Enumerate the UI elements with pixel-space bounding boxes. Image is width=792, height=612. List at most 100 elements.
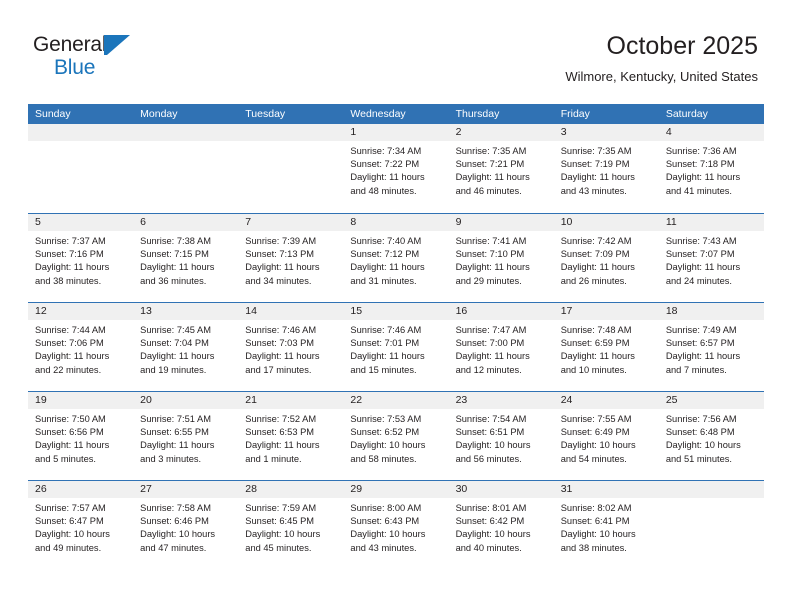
day-number-band: 26 <box>28 481 134 498</box>
day-number-band: 29 <box>343 481 449 498</box>
day-number-band: 20 <box>133 392 239 409</box>
calendar-day-cell[interactable]: 26 Sunrise: 7:57 AM Sunset: 6:47 PM Dayligh… <box>28 481 134 569</box>
day-detail-line: Sunset: 6:48 PM <box>665 427 735 438</box>
day-detail-line: and 38 minutes. <box>560 542 627 553</box>
day-detail-line: and 41 minutes. <box>665 185 732 196</box>
day-detail-block: Sunrise: 7:50 AM Sunset: 6:56 PM Daylight:… <box>28 409 133 466</box>
day-detail-block: Sunrise: 7:49 AM Sunset: 6:57 PM Daylight:… <box>659 320 764 377</box>
day-detail-line: and 3 minutes. <box>140 453 202 464</box>
day-detail-line: Sunset: 6:45 PM <box>245 516 315 527</box>
day-detail-line: Sunset: 6:43 PM <box>350 516 420 527</box>
day-number: 17 <box>560 305 573 317</box>
calendar-day-cell[interactable]: 27 Sunrise: 7:58 AM Sunset: 6:46 PM Dayligh… <box>133 481 239 569</box>
general-blue-logo[interactable]: General Blue <box>33 33 153 79</box>
day-detail-line: Sunset: 7:12 PM <box>350 249 420 260</box>
day-detail-line: Sunset: 7:16 PM <box>35 249 104 260</box>
day-number: 23 <box>455 394 468 406</box>
day-detail-line: Daylight: 10 hours <box>455 529 531 540</box>
calendar-day-cell[interactable]: 14 Sunrise: 7:46 AM Sunset: 7:03 PM Dayligh… <box>238 303 344 391</box>
calendar-day-cell[interactable]: 5 Sunrise: 7:37 AM Sunset: 7:16 PM Daylight… <box>28 214 134 302</box>
day-detail-line: Daylight: 11 hours <box>665 262 741 273</box>
calendar-day-cell[interactable]: 1 Sunrise: 7:34 AM Sunset: 7:22 PM Daylight… <box>343 124 449 213</box>
day-number: 20 <box>140 394 152 406</box>
day-detail-block: Sunrise: 7:58 AM Sunset: 6:46 PM Daylight:… <box>133 498 238 555</box>
day-detail-block: Sunrise: 7:36 AM Sunset: 7:18 PM Daylight:… <box>659 141 764 198</box>
calendar-day-cell[interactable]: 8 Sunrise: 7:40 AM Sunset: 7:12 PM Daylight… <box>343 214 449 302</box>
calendar-day-cell[interactable]: 21 Sunrise: 7:52 AM Sunset: 6:53 PM Dayligh… <box>238 392 344 480</box>
calendar-day-cell[interactable]: 10 Sunrise: 7:42 AM Sunset: 7:09 PM Dayligh… <box>553 214 659 302</box>
day-number-band <box>133 124 239 141</box>
calendar-day-cell[interactable]: 23 Sunrise: 7:54 AM Sunset: 6:51 PM Dayligh… <box>448 392 554 480</box>
calendar-week-row: 19 Sunrise: 7:50 AM Sunset: 6:56 PM Dayligh… <box>28 391 764 480</box>
day-number: 30 <box>455 483 468 495</box>
day-detail-line: and 34 minutes. <box>245 275 312 286</box>
calendar-day-cell[interactable]: 20 Sunrise: 7:51 AM Sunset: 6:55 PM Dayligh… <box>133 392 239 480</box>
day-detail-line: Sunrise: 7:57 AM <box>35 503 106 513</box>
calendar-day-cell[interactable]: 18 Sunrise: 7:49 AM Sunset: 6:57 PM Dayligh… <box>658 303 764 391</box>
day-detail-block: Sunrise: 7:51 AM Sunset: 6:55 PM Daylight:… <box>133 409 238 466</box>
calendar-day-cell[interactable]: 17 Sunrise: 7:48 AM Sunset: 6:59 PM Dayligh… <box>553 303 659 391</box>
calendar-day-cell[interactable]: 9 Sunrise: 7:41 AM Sunset: 7:10 PM Daylight… <box>448 214 554 302</box>
day-detail-line: Sunrise: 7:40 AM <box>350 236 422 246</box>
day-detail-line: Daylight: 11 hours <box>455 351 530 362</box>
calendar-day-cell[interactable]: 7 Sunrise: 7:39 AM Sunset: 7:13 PM Daylight… <box>238 214 344 302</box>
calendar-day-cell[interactable]: 6 Sunrise: 7:38 AM Sunset: 7:15 PM Daylight… <box>133 214 239 302</box>
day-number: 5 <box>35 216 41 228</box>
calendar-day-cell[interactable]: 16 Sunrise: 7:47 AM Sunset: 7:00 PM Dayligh… <box>448 303 554 391</box>
day-detail-line: Sunrise: 7:44 AM <box>35 325 106 335</box>
day-detail-line: Daylight: 11 hours <box>35 262 110 273</box>
day-detail-line: Sunrise: 7:35 AM <box>560 146 632 156</box>
day-detail-line: and 1 minute. <box>245 453 302 464</box>
day-detail-block: Sunrise: 7:53 AM Sunset: 6:52 PM Daylight:… <box>343 409 448 466</box>
weekday-header-tuesday: Tuesday <box>245 108 286 120</box>
day-detail-block: Sunrise: 8:01 AM Sunset: 6:42 PM Daylight:… <box>449 498 554 555</box>
calendar-grid: Sunday Monday Tuesday Wednesday Thursday Frid… <box>28 104 764 569</box>
day-detail-line: Sunset: 7:21 PM <box>455 159 525 170</box>
calendar-day-cell[interactable]: 29 Sunrise: 8:00 AM Sunset: 6:43 PM Dayligh… <box>343 481 449 569</box>
calendar-day-cell[interactable]: 15 Sunrise: 7:46 AM Sunset: 7:01 PM Dayligh… <box>343 303 449 391</box>
day-number-band: 21 <box>238 392 344 409</box>
day-number: 4 <box>665 126 672 138</box>
day-number-band: 31 <box>553 481 659 498</box>
day-detail-line: and 58 minutes. <box>350 453 417 464</box>
calendar-day-cell[interactable]: 19 Sunrise: 7:50 AM Sunset: 6:56 PM Dayligh… <box>28 392 134 480</box>
day-detail-line: Sunset: 7:15 PM <box>140 249 209 260</box>
day-detail-line: and 51 minutes. <box>665 453 732 464</box>
calendar-day-cell[interactable]: 31 Sunrise: 8:02 AM Sunset: 6:41 PM Dayligh… <box>553 481 659 569</box>
calendar-day-cell[interactable]: 12 Sunrise: 7:44 AM Sunset: 7:06 PM Dayligh… <box>28 303 134 391</box>
calendar-day-cell[interactable]: 3 Sunrise: 7:35 AM Sunset: 7:19 PM Daylight… <box>553 124 659 213</box>
calendar-day-cell[interactable]: 24 Sunrise: 7:55 AM Sunset: 6:49 PM Dayligh… <box>553 392 659 480</box>
day-detail-line: Sunset: 6:49 PM <box>560 427 630 438</box>
day-detail-line: Sunrise: 8:02 AM <box>560 503 632 513</box>
day-number-band: 7 <box>238 214 344 231</box>
calendar-day-cell[interactable]: 25 Sunrise: 7:56 AM Sunset: 6:48 PM Dayligh… <box>658 392 764 480</box>
day-number-band: 5 <box>28 214 134 231</box>
day-number: 21 <box>245 394 257 406</box>
day-detail-block: Sunrise: 7:46 AM Sunset: 7:03 PM Daylight:… <box>238 320 343 377</box>
calendar-day-cell[interactable]: 13 Sunrise: 7:45 AM Sunset: 7:04 PM Dayligh… <box>133 303 239 391</box>
calendar-day-cell[interactable]: 2 Sunrise: 7:35 AM Sunset: 7:21 PM Daylight… <box>448 124 554 213</box>
weekday-header-friday: Friday <box>560 108 590 120</box>
day-detail-line: Sunrise: 7:56 AM <box>665 414 737 424</box>
calendar-day-cell[interactable]: 30 Sunrise: 8:01 AM Sunset: 6:42 PM Dayligh… <box>448 481 554 569</box>
day-detail-line: Sunset: 7:19 PM <box>560 159 630 170</box>
day-detail-line: Daylight: 10 hours <box>560 440 636 451</box>
calendar-week-row: 1 Sunrise: 7:34 AM Sunset: 7:22 PM Daylight… <box>28 124 764 213</box>
day-number-band: 11 <box>658 214 764 231</box>
day-detail-line: Daylight: 11 hours <box>140 440 215 451</box>
day-number-band: 28 <box>238 481 344 498</box>
day-detail-line: Sunset: 7:04 PM <box>140 338 209 349</box>
calendar-day-cell-empty <box>133 124 239 213</box>
calendar-day-cell[interactable]: 11 Sunrise: 7:43 AM Sunset: 7:07 PM Dayligh… <box>658 214 764 302</box>
day-number: 24 <box>560 394 573 406</box>
day-detail-block: Sunrise: 7:45 AM Sunset: 7:04 PM Daylight:… <box>133 320 238 377</box>
calendar-day-cell[interactable]: 22 Sunrise: 7:53 AM Sunset: 6:52 PM Dayligh… <box>343 392 449 480</box>
day-detail-line: Sunrise: 7:37 AM <box>35 236 106 246</box>
page-subtitle: Wilmore, Kentucky, United States <box>565 69 758 84</box>
day-number: 6 <box>140 216 146 228</box>
calendar-day-cell[interactable]: 4 Sunrise: 7:36 AM Sunset: 7:18 PM Daylight… <box>658 124 764 213</box>
day-detail-line: Sunrise: 7:36 AM <box>665 146 737 156</box>
day-detail-line: and 26 minutes. <box>560 275 627 286</box>
calendar-day-cell[interactable]: 28 Sunrise: 7:59 AM Sunset: 6:45 PM Dayligh… <box>238 481 344 569</box>
day-detail-line: Daylight: 11 hours <box>245 262 320 273</box>
